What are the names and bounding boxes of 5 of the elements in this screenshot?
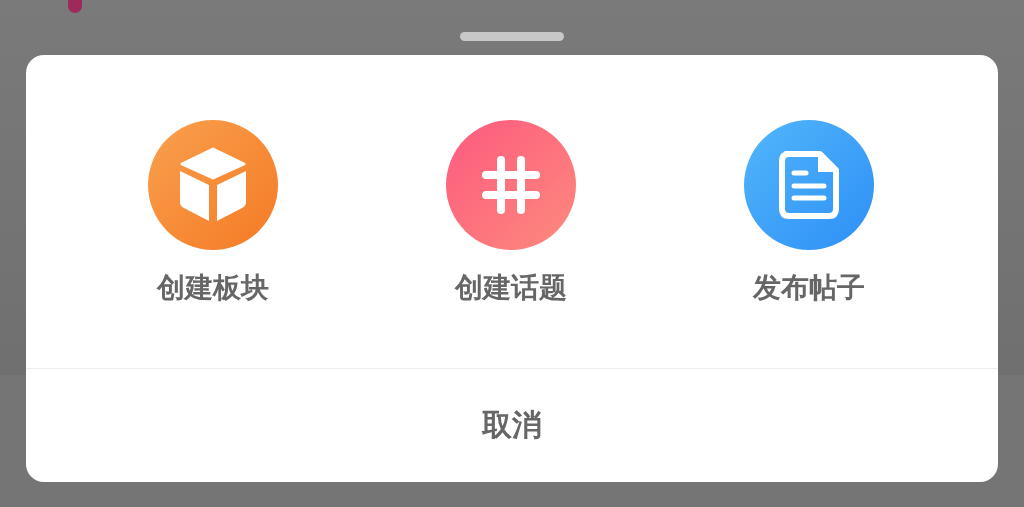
document-icon: [778, 151, 840, 219]
hash-icon: [481, 155, 541, 215]
cube-icon: [178, 147, 248, 223]
drag-handle[interactable]: [460, 32, 564, 41]
cancel-button[interactable]: 取消: [26, 369, 998, 482]
